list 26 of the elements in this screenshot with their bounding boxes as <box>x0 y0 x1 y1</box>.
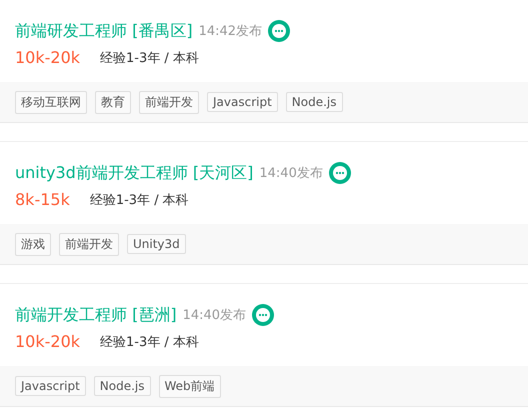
salary: 10k-20k <box>15 48 80 67</box>
salary: 10k-20k <box>15 332 80 351</box>
post-time: 14:40发布 <box>259 165 323 182</box>
job-title[interactable]: unity3d前端开发工程师 [天河区] <box>15 162 254 184</box>
post-time: 14:40发布 <box>182 307 246 324</box>
tag: Node.js <box>286 92 343 112</box>
tag: Javascript <box>207 92 278 112</box>
chat-icon[interactable] <box>268 20 290 42</box>
requirement: 经验1-3年 / 本科 <box>100 50 199 66</box>
post-time: 14:42发布 <box>198 23 262 40</box>
tag: 前端开发 <box>59 232 119 256</box>
job-title[interactable]: 前端研发工程师 [番禺区] <box>15 20 193 42</box>
chat-icon[interactable] <box>328 162 351 184</box>
chat-icon[interactable] <box>252 304 274 326</box>
tag: 前端开发 <box>139 90 199 114</box>
tag: 游戏 <box>15 232 51 256</box>
tag: Node.js <box>94 376 151 396</box>
tag: Javascript <box>15 376 86 396</box>
tag: Unity3d <box>127 234 186 254</box>
tag: Web前端 <box>158 374 221 398</box>
tag: 教育 <box>95 90 131 114</box>
requirement: 经验1-3年 / 本科 <box>100 334 199 350</box>
tag: 移动互联网 <box>15 90 87 114</box>
requirement: 经验1-3年 / 本科 <box>90 192 189 208</box>
job-title[interactable]: 前端开发工程师 [琶洲] <box>15 304 177 326</box>
salary: 8k-15k <box>15 190 70 209</box>
